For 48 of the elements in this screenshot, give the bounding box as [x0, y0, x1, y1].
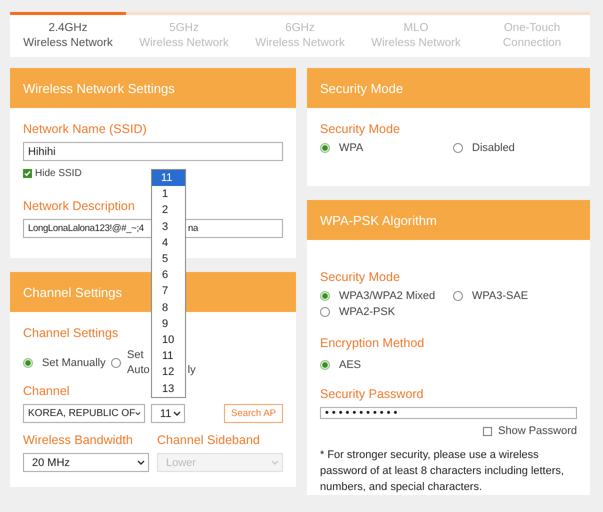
password-input[interactable]: ••••••••••• — [320, 407, 577, 419]
panel-header: Security Mode — [307, 68, 590, 108]
caret-icon — [271, 460, 279, 465]
radio-button[interactable] — [111, 358, 121, 368]
radio-button[interactable] — [453, 143, 463, 153]
radio-label: Set — [127, 348, 144, 363]
radio-label: ly — [188, 363, 196, 378]
field-label: Wireless Bandwidth — [23, 433, 134, 447]
dropdown-option[interactable]: 11 — [152, 170, 185, 186]
checkbox[interactable] — [483, 426, 492, 436]
sideband-select: Lower — [157, 453, 283, 472]
caret-icon — [137, 460, 145, 465]
caret-icon — [173, 411, 181, 416]
section-label: Security Mode — [320, 270, 400, 284]
radio-label: WPA2-PSK — [339, 306, 396, 318]
radio-label: WPA3/WPA2 Mixed — [339, 290, 436, 302]
radio-label: Auto — [127, 363, 150, 378]
country-select[interactable]: KOREA, REPUBLIC OF — [23, 404, 145, 423]
channel-select[interactable]: 11 — [151, 404, 185, 423]
radio-button[interactable] — [320, 291, 330, 301]
radio-button[interactable] — [320, 360, 330, 370]
field-label: Network Description — [23, 199, 135, 213]
caret-icon — [135, 411, 141, 416]
section-label: Encryption Method — [320, 336, 424, 350]
panel-header: WPA-PSK Algorithm — [307, 200, 590, 240]
field-label: Channel — [23, 384, 70, 398]
field-label: Security Password — [320, 387, 424, 401]
radio-label: AES — [339, 359, 362, 371]
radio-label: Disabled — [472, 142, 515, 154]
radio-button[interactable] — [320, 307, 330, 317]
radio-button[interactable] — [23, 358, 33, 368]
radio-button[interactable] — [320, 143, 330, 153]
radio-label: Set Manually — [42, 357, 106, 369]
checkbox[interactable] — [23, 169, 32, 178]
field-label: Network Name (SSID) — [23, 122, 147, 136]
checkbox-label: Hide SSID — [35, 168, 82, 179]
bandwidth-select[interactable]: 20 MHz — [23, 453, 149, 472]
ssid-input[interactable]: Hihihi — [23, 142, 283, 161]
radio-label: WPA — [339, 142, 364, 154]
field-label: Channel Sideband — [157, 433, 260, 447]
section-label: Channel Settings — [23, 326, 118, 340]
radio-label: WPA3-SAE — [472, 290, 528, 302]
checkbox-label: Show Password — [498, 425, 577, 437]
security-note: * For stronger security, please use a wireless password of at least 8 characters including letters, numbers, and special characters. — [320, 448, 565, 495]
panel-header: Wireless Network Settings — [10, 68, 296, 108]
radio-button[interactable] — [453, 291, 463, 301]
section-label: Security Mode — [320, 122, 400, 136]
network-tab[interactable]: 2.4GHz Wireless Network — [10, 12, 126, 57]
